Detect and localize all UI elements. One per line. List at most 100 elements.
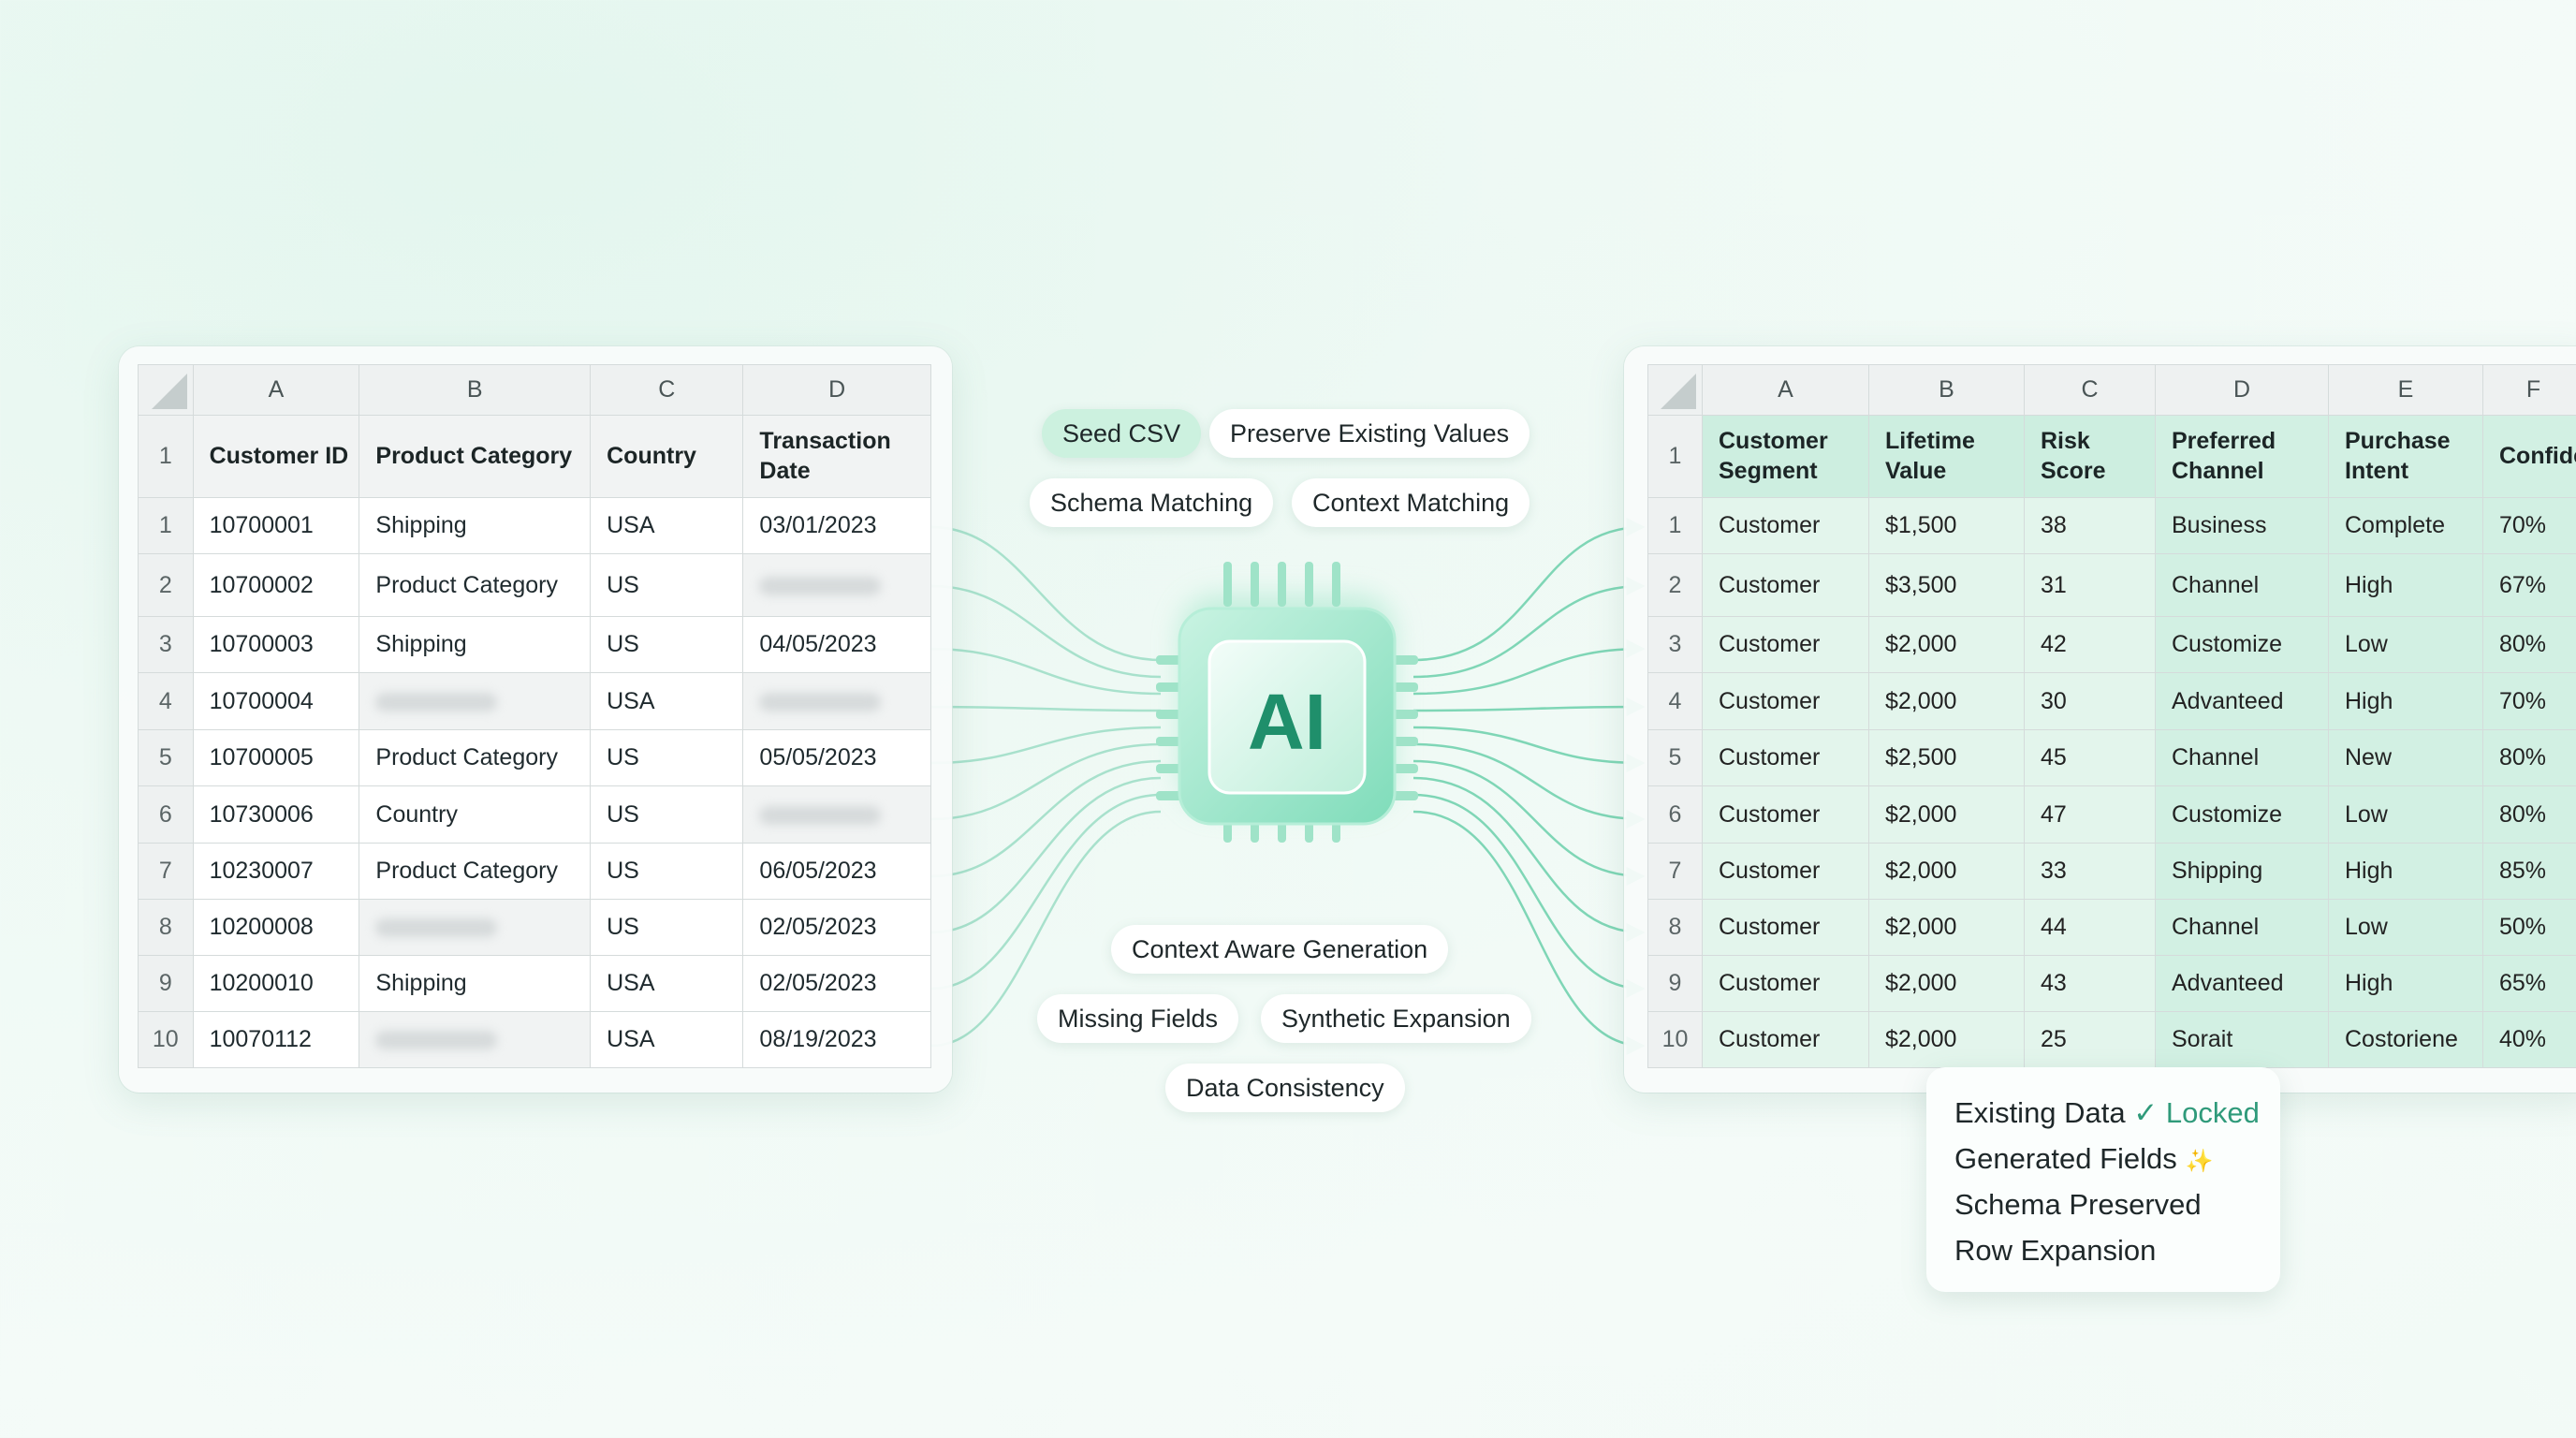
table-cell[interactable]: Product Category	[359, 843, 592, 900]
select-all-corner[interactable]	[1647, 364, 1703, 416]
table-cell[interactable]: 10700004	[192, 672, 360, 730]
column-header-d[interactable]: D	[2155, 364, 2329, 416]
table-cell[interactable]: 30	[2024, 672, 2156, 730]
row-number[interactable]: 5	[1647, 729, 1703, 786]
row-number[interactable]: 8	[138, 899, 194, 956]
table-cell[interactable]: Channel	[2155, 899, 2329, 956]
table-cell[interactable]: High	[2328, 672, 2483, 730]
table-cell[interactable]: 80%	[2482, 785, 2576, 844]
table-cell[interactable]: 02/05/2023	[742, 899, 931, 956]
table-cell[interactable]: 47	[2024, 785, 2156, 844]
table-cell[interactable]: New	[2328, 729, 2483, 786]
row-number[interactable]: 4	[1647, 672, 1703, 730]
row-number[interactable]: 1	[138, 415, 194, 498]
tag-data-consistency[interactable]: Data Consistency	[1165, 1064, 1405, 1112]
table-cell[interactable]: 08/19/2023	[742, 1011, 931, 1068]
table-cell[interactable]: USA	[590, 1011, 744, 1068]
row-number[interactable]: 2	[1647, 553, 1703, 617]
table-cell[interactable]: USA	[590, 672, 744, 730]
table-cell[interactable]: 10700001	[192, 497, 360, 554]
table-cell[interactable]: $2,000	[1868, 1011, 2025, 1068]
tag-missing-fields[interactable]: Missing Fields	[1037, 994, 1239, 1043]
header-lifetime-value[interactable]: Lifetime Value	[1868, 415, 2025, 498]
table-cell[interactable]: 06/05/2023	[742, 843, 931, 900]
column-header-d[interactable]: D	[742, 364, 931, 416]
table-cell[interactable]: $2,000	[1868, 899, 2025, 956]
table-cell[interactable]: Shipping	[359, 955, 592, 1012]
row-number[interactable]: 7	[1647, 843, 1703, 900]
tag-synthetic-expansion[interactable]: Synthetic Expansion	[1261, 994, 1531, 1043]
column-header-c[interactable]: C	[2024, 364, 2156, 416]
row-number[interactable]: 3	[1647, 616, 1703, 673]
table-cell[interactable]: 10200008	[192, 899, 360, 956]
table-cell[interactable]: $2,500	[1868, 729, 2025, 786]
table-cell[interactable]: Customize	[2155, 616, 2329, 673]
column-header-b[interactable]: B	[1868, 364, 2025, 416]
table-cell[interactable]: $2,000	[1868, 785, 2025, 844]
table-cell[interactable]: 31	[2024, 553, 2156, 617]
row-number[interactable]: 1	[1647, 497, 1703, 554]
header-preferred-channel[interactable]: Preferred Channel	[2155, 415, 2329, 498]
table-cell[interactable]: Shipping	[359, 497, 592, 554]
table-cell[interactable]	[742, 553, 931, 617]
table-cell[interactable]: Customize	[2155, 785, 2329, 844]
table-cell[interactable]: 25	[2024, 1011, 2156, 1068]
row-number[interactable]: 3	[138, 616, 194, 673]
table-cell[interactable]	[742, 672, 931, 730]
table-cell[interactable]: 50%	[2482, 899, 2576, 956]
table-cell[interactable]: 67%	[2482, 553, 2576, 617]
table-cell[interactable]: $2,000	[1868, 672, 2025, 730]
table-cell[interactable]: Advanteed	[2155, 955, 2329, 1012]
table-cell[interactable]: Customer	[1702, 785, 1869, 844]
table-cell[interactable]: USA	[590, 497, 744, 554]
column-header-f[interactable]: F	[2482, 364, 2576, 416]
table-cell[interactable]: High	[2328, 955, 2483, 1012]
tag-schema-matching[interactable]: Schema Matching	[1030, 478, 1274, 527]
header-customer-segment[interactable]: Customer Segment	[1702, 415, 1869, 498]
tag-seed-csv[interactable]: Seed CSV	[1042, 409, 1202, 458]
column-header-a[interactable]: A	[1702, 364, 1869, 416]
table-cell[interactable]: $1,500	[1868, 497, 2025, 554]
header-country[interactable]: Country	[590, 415, 744, 498]
table-cell[interactable]: US	[590, 553, 744, 617]
row-number[interactable]: 9	[138, 955, 194, 1012]
table-cell[interactable]: Channel	[2155, 729, 2329, 786]
table-cell[interactable]: Business	[2155, 497, 2329, 554]
tag-preserve-existing-values[interactable]: Preserve Existing Values	[1209, 409, 1530, 458]
table-cell[interactable]: Customer	[1702, 497, 1869, 554]
table-cell[interactable]: 42	[2024, 616, 2156, 673]
table-cell[interactable]: Country	[359, 785, 592, 844]
table-cell[interactable]: 43	[2024, 955, 2156, 1012]
table-cell[interactable]: Low	[2328, 785, 2483, 844]
table-cell[interactable]: 10700003	[192, 616, 360, 673]
table-cell[interactable]: Customer	[1702, 843, 1869, 900]
table-cell[interactable]: Costoriene	[2328, 1011, 2483, 1068]
table-cell[interactable]	[359, 899, 592, 956]
table-cell[interactable]: Channel	[2155, 553, 2329, 617]
table-cell[interactable]: 70%	[2482, 497, 2576, 554]
table-cell[interactable]: 03/01/2023	[742, 497, 931, 554]
table-cell[interactable]: 10730006	[192, 785, 360, 844]
table-cell[interactable]: US	[590, 785, 744, 844]
table-cell[interactable]: Customer	[1702, 616, 1869, 673]
table-cell[interactable]: Sorait	[2155, 1011, 2329, 1068]
table-cell[interactable]: 80%	[2482, 616, 2576, 673]
column-header-b[interactable]: B	[359, 364, 592, 416]
table-cell[interactable]: 04/05/2023	[742, 616, 931, 673]
table-cell[interactable]: Customer	[1702, 553, 1869, 617]
row-number[interactable]: 9	[1647, 955, 1703, 1012]
table-cell[interactable]: Low	[2328, 616, 2483, 673]
header-transaction-date[interactable]: Transaction Date	[742, 415, 931, 498]
table-cell[interactable]: 44	[2024, 899, 2156, 956]
table-cell[interactable]: 85%	[2482, 843, 2576, 900]
table-cell[interactable]: 80%	[2482, 729, 2576, 786]
header-product-category[interactable]: Product Category	[359, 415, 592, 498]
table-cell[interactable]: US	[590, 899, 744, 956]
table-cell[interactable]: USA	[590, 955, 744, 1012]
table-cell[interactable]: 10070112	[192, 1011, 360, 1068]
table-cell[interactable]	[359, 672, 592, 730]
table-cell[interactable]: Product Category	[359, 553, 592, 617]
table-cell[interactable]: 10200010	[192, 955, 360, 1012]
row-number[interactable]: 4	[138, 672, 194, 730]
header-confidence[interactable]: Confide	[2482, 415, 2576, 498]
